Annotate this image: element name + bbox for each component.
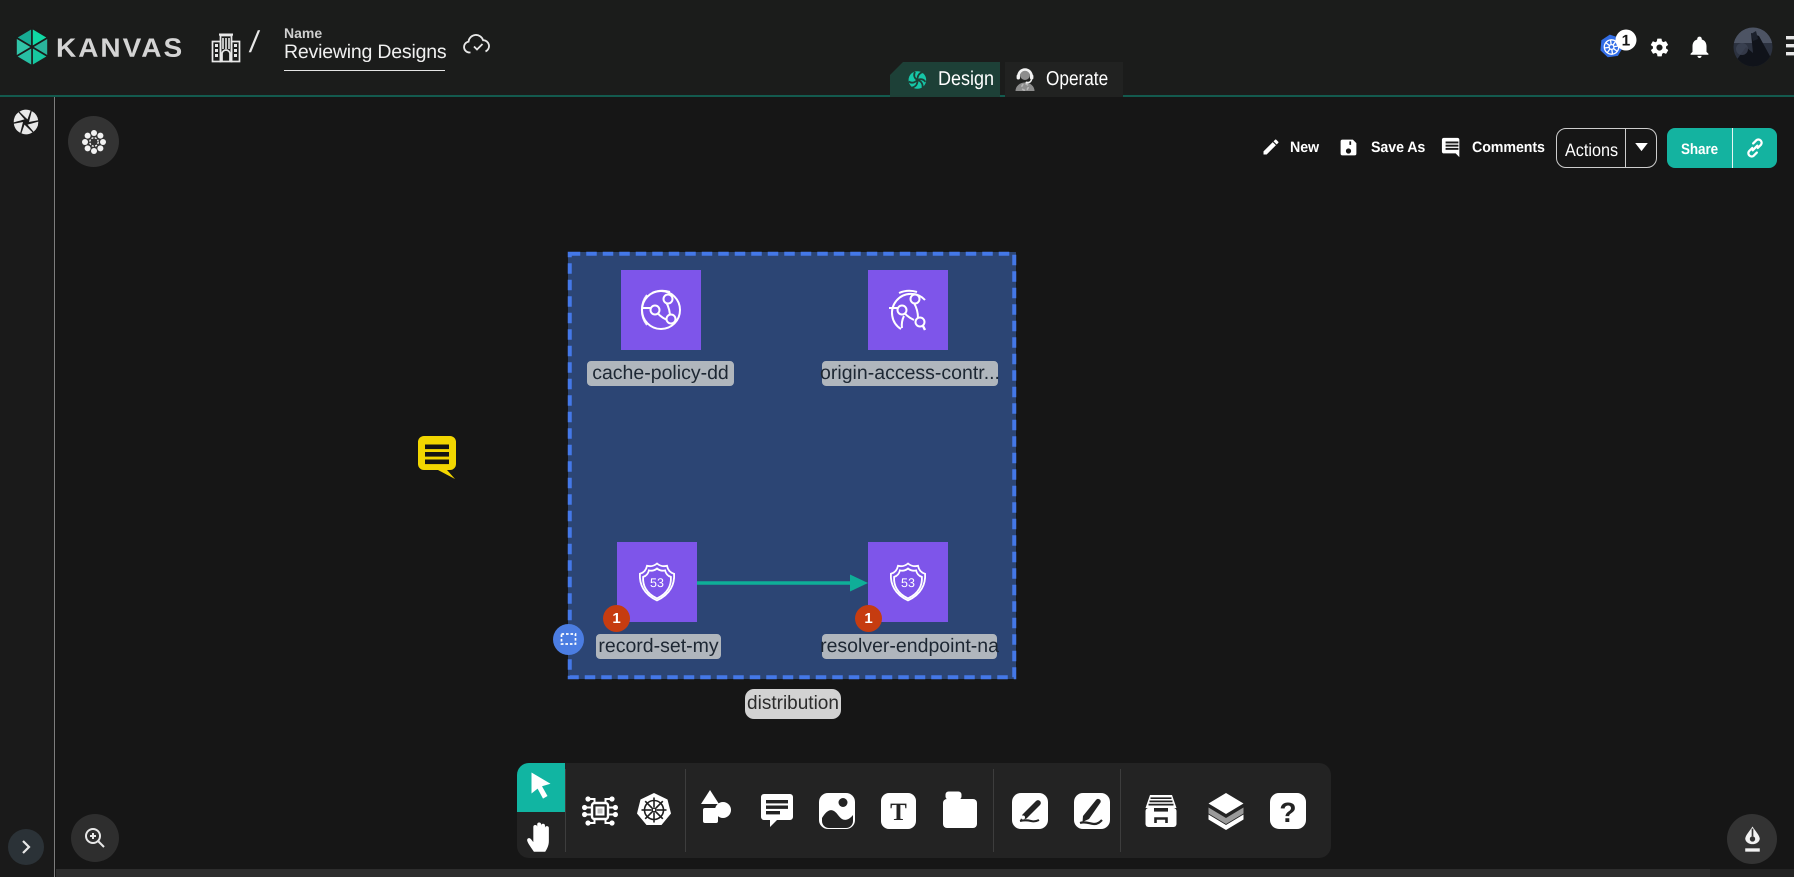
svg-text:53: 53 bbox=[901, 576, 915, 590]
svg-text:53: 53 bbox=[650, 576, 664, 590]
svg-text:T: T bbox=[890, 799, 907, 826]
svg-text:1: 1 bbox=[1622, 33, 1631, 50]
svg-text:?: ? bbox=[1279, 797, 1296, 828]
